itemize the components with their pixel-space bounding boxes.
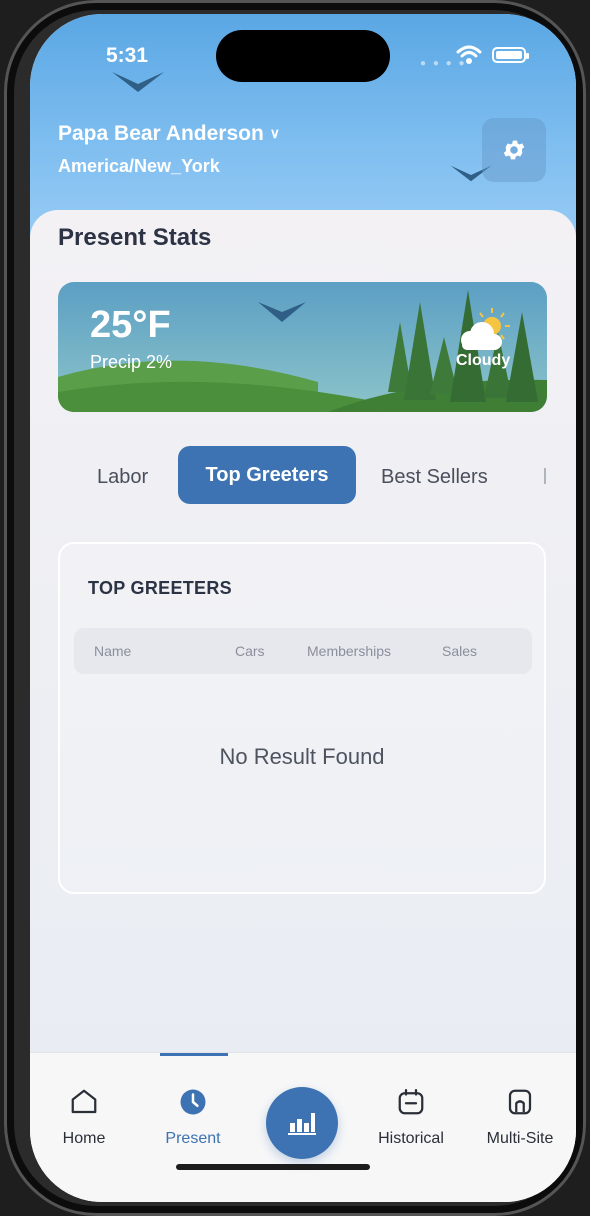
weather-card: 25°F Precip 2% Cloudy — [58, 282, 547, 412]
home-indicator — [176, 1164, 370, 1170]
dashboard-button[interactable] — [266, 1087, 338, 1159]
column-memberships: Memberships — [307, 643, 392, 659]
nav-historical-label: Historical — [378, 1130, 444, 1147]
nav-multi-site[interactable]: Multi-Site — [475, 1087, 565, 1148]
column-sales: Sales — [442, 643, 478, 659]
app-screen: 5:31 ● ● ● ● Papa Bear Anderson ∨ America… — [30, 14, 576, 1202]
home-icon — [71, 1089, 97, 1114]
weather-landscape — [58, 282, 547, 412]
timezone-label: America/New_York — [58, 156, 220, 176]
card-title: TOP GREETERS — [88, 578, 232, 598]
nav-multi-site-label: Multi-Site — [486, 1130, 554, 1147]
bird-icon — [112, 72, 164, 92]
gear-icon — [503, 140, 525, 160]
chevron-down-icon: ∨ — [269, 125, 281, 141]
dynamic-island — [216, 30, 390, 82]
temperature-value: 25°F — [90, 304, 171, 346]
phone-frame: 5:31 ● ● ● ● Papa Bear Anderson ∨ America… — [4, 0, 586, 1216]
precip-value: Precip 2% — [90, 352, 173, 372]
tab-top-greeters[interactable]: Top Greeters — [178, 446, 356, 504]
site-selector[interactable]: Papa Bear Anderson ∨ — [58, 122, 280, 146]
stats-tabs: Labor Top Greeters Best Sellers — [30, 446, 576, 504]
site-icon — [508, 1089, 532, 1115]
empty-state-message: No Result Found — [219, 744, 385, 769]
site-name: Papa Bear Anderson — [58, 122, 264, 145]
calendar-icon — [398, 1089, 424, 1115]
nav-present[interactable]: Present — [148, 1087, 238, 1148]
column-name: Name — [94, 643, 132, 659]
wifi-icon — [456, 45, 482, 64]
nav-home[interactable]: Home — [39, 1087, 129, 1148]
page-title: Present Stats — [58, 224, 212, 251]
tab-overflow-hint — [544, 468, 546, 484]
tab-labor[interactable]: Labor — [97, 446, 148, 504]
status-time: 5:31 — [106, 44, 149, 67]
nav-home-label: Home — [62, 1130, 106, 1147]
settings-button[interactable] — [482, 118, 546, 182]
bar-chart-icon — [288, 1113, 316, 1135]
top-greeters-card: TOP GREETERS Name Cars Memberships Sales… — [58, 542, 546, 894]
active-tab-indicator — [160, 1053, 228, 1056]
column-cars: Cars — [235, 643, 265, 659]
battery-icon — [492, 47, 529, 63]
clock-icon — [180, 1089, 206, 1115]
weather-condition: Cloudy — [456, 352, 511, 369]
nav-historical[interactable]: Historical — [366, 1087, 456, 1148]
nav-present-label: Present — [165, 1130, 221, 1147]
bottom-nav: Home Present Historical Multi-Site — [30, 1052, 576, 1202]
tab-best-sellers[interactable]: Best Sellers — [381, 446, 488, 504]
table-header: Name Cars Memberships Sales — [74, 628, 532, 674]
